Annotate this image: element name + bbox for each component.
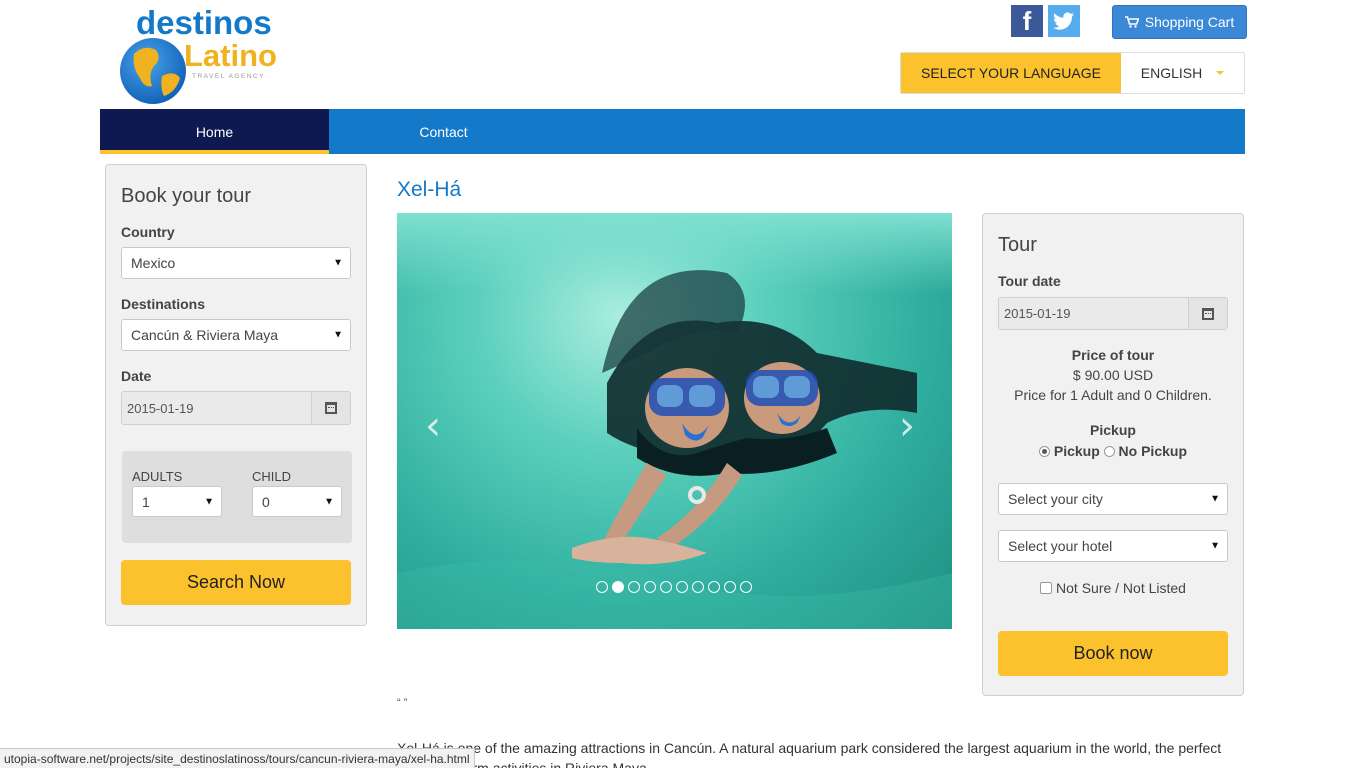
adults-select[interactable]: 1 ▼: [132, 486, 222, 517]
chevron-down-icon: ▼: [324, 496, 334, 507]
price-label: Price of tour: [1071, 347, 1155, 363]
price-note: Price for 1 Adult and 0 Children.: [1014, 387, 1212, 403]
nav-item-contact[interactable]: Contact: [329, 109, 558, 154]
carousel-dot[interactable]: [660, 581, 672, 593]
nav-item-home[interactable]: Home: [100, 109, 329, 154]
carousel-dot[interactable]: [676, 581, 688, 593]
facebook-icon[interactable]: f: [1011, 5, 1043, 37]
calendar-button[interactable]: [311, 392, 350, 424]
price-value: $ 90.00 USD: [1072, 367, 1154, 383]
pickup-radio[interactable]: [1038, 446, 1050, 457]
book-tour-panel: Book your tour Country Mexico ▼ Destinat…: [105, 164, 367, 626]
book-now-button[interactable]: Book now: [998, 631, 1228, 676]
city-placeholder: Select your city: [1008, 491, 1103, 507]
city-select[interactable]: Select your city ▼: [998, 483, 1228, 515]
tour-description: Xel-Há is one of the amazing attractions…: [397, 740, 1222, 768]
passengers-box: ADULTS 1 ▼ CHILD 0 ▼: [122, 451, 352, 543]
svg-text:Latinos: Latinos: [184, 38, 278, 73]
no-pickup-option-label: No Pickup: [1118, 443, 1188, 459]
destinations-value: Cancún & Riviera Maya: [131, 327, 279, 343]
calendar-button[interactable]: [1188, 298, 1227, 329]
country-value: Mexico: [131, 255, 176, 271]
chevron-down-icon: ▼: [333, 329, 343, 341]
booking-title: Tour: [998, 234, 1037, 256]
destinations-label: Destinations: [121, 296, 206, 312]
tour-quote: “ ”: [397, 697, 408, 709]
carousel-dot[interactable]: [644, 581, 656, 593]
chevron-down-icon: ▼: [333, 257, 343, 269]
language-value: ENGLISH: [1140, 65, 1203, 81]
pickup-options: Pickup No Pickup: [983, 443, 1243, 459]
image-carousel: ‹ ›: [397, 213, 952, 629]
site-logo[interactable]: destinos Latinos TRAVEL AGENCY: [118, 4, 294, 106]
language-selector: SELECT YOUR LANGUAGE ENGLISH: [900, 52, 1245, 94]
cart-label: Shopping Cart: [1144, 14, 1235, 30]
no-pickup-radio[interactable]: [1103, 446, 1115, 457]
page-title: Xel-Há: [397, 178, 462, 201]
child-select[interactable]: 0 ▼: [252, 486, 342, 517]
hotel-select[interactable]: Select your hotel ▼: [998, 530, 1228, 562]
cart-icon: [1124, 16, 1139, 28]
chevron-down-icon: [1216, 71, 1225, 75]
main-nav: Home Contact: [100, 109, 1245, 154]
chevron-down-icon: ▼: [1210, 493, 1220, 505]
not-sure-option: Not Sure / Not Listed: [983, 580, 1243, 596]
adults-label: ADULTS: [132, 469, 183, 484]
child-label: CHILD: [252, 469, 292, 484]
language-dropdown[interactable]: ENGLISH: [1121, 53, 1244, 93]
browser-status-bar: utopia-software.net/projects/site_destin…: [0, 748, 475, 768]
carousel-dot[interactable]: [628, 581, 640, 593]
carousel-next-icon[interactable]: ›: [899, 403, 915, 449]
date-value: 2015-01-19: [127, 400, 194, 416]
carousel-dot[interactable]: [740, 581, 752, 593]
not-sure-label: Not Sure / Not Listed: [1056, 580, 1186, 596]
calendar-icon: [325, 402, 337, 414]
language-label: SELECT YOUR LANGUAGE: [901, 53, 1121, 93]
chevron-down-icon: ▼: [204, 496, 214, 507]
tour-date-input[interactable]: 2015-01-19: [998, 297, 1228, 330]
search-now-button[interactable]: Search Now: [121, 560, 351, 605]
twitter-icon[interactable]: [1048, 5, 1080, 37]
hotel-placeholder: Select your hotel: [1008, 538, 1113, 554]
carousel-dot[interactable]: [708, 581, 720, 593]
country-label: Country: [121, 224, 175, 240]
carousel-dot[interactable]: [596, 581, 608, 593]
country-select[interactable]: Mexico ▼: [121, 247, 351, 279]
carousel-dot[interactable]: [724, 581, 736, 593]
date-input[interactable]: 2015-01-19: [121, 391, 351, 425]
carousel-dot-active[interactable]: [612, 581, 624, 593]
tour-date-label: Tour date: [998, 273, 1061, 289]
destinations-select[interactable]: Cancún & Riviera Maya ▼: [121, 319, 351, 351]
svg-text:destinos: destinos: [136, 4, 272, 41]
snorkelers-photo: [397, 270, 952, 629]
carousel-dot[interactable]: [692, 581, 704, 593]
carousel-indicators: [596, 581, 752, 593]
globe-logo-icon: destinos Latinos TRAVEL AGENCY: [120, 4, 294, 104]
status-url: utopia-software.net/projects/site_destin…: [4, 751, 470, 766]
tour-booking-panel: Tour Tour date 2015-01-19 Price of tour …: [982, 213, 1244, 696]
carousel-prev-icon[interactable]: ‹: [425, 403, 441, 449]
panel-title: Book your tour: [121, 185, 252, 207]
shopping-cart-button[interactable]: Shopping Cart: [1112, 5, 1247, 39]
not-sure-checkbox[interactable]: [1040, 582, 1053, 594]
pickup-label: Pickup: [1090, 422, 1136, 438]
calendar-icon: [1202, 307, 1214, 320]
date-label: Date: [121, 368, 152, 384]
pickup-option-label: Pickup: [1053, 443, 1100, 459]
svg-text:TRAVEL AGENCY: TRAVEL AGENCY: [192, 73, 265, 80]
tour-date-value: 2015-01-19: [1004, 306, 1071, 321]
chevron-down-icon: ▼: [1210, 540, 1220, 552]
child-value: 0: [262, 493, 270, 510]
adults-value: 1: [142, 493, 150, 510]
